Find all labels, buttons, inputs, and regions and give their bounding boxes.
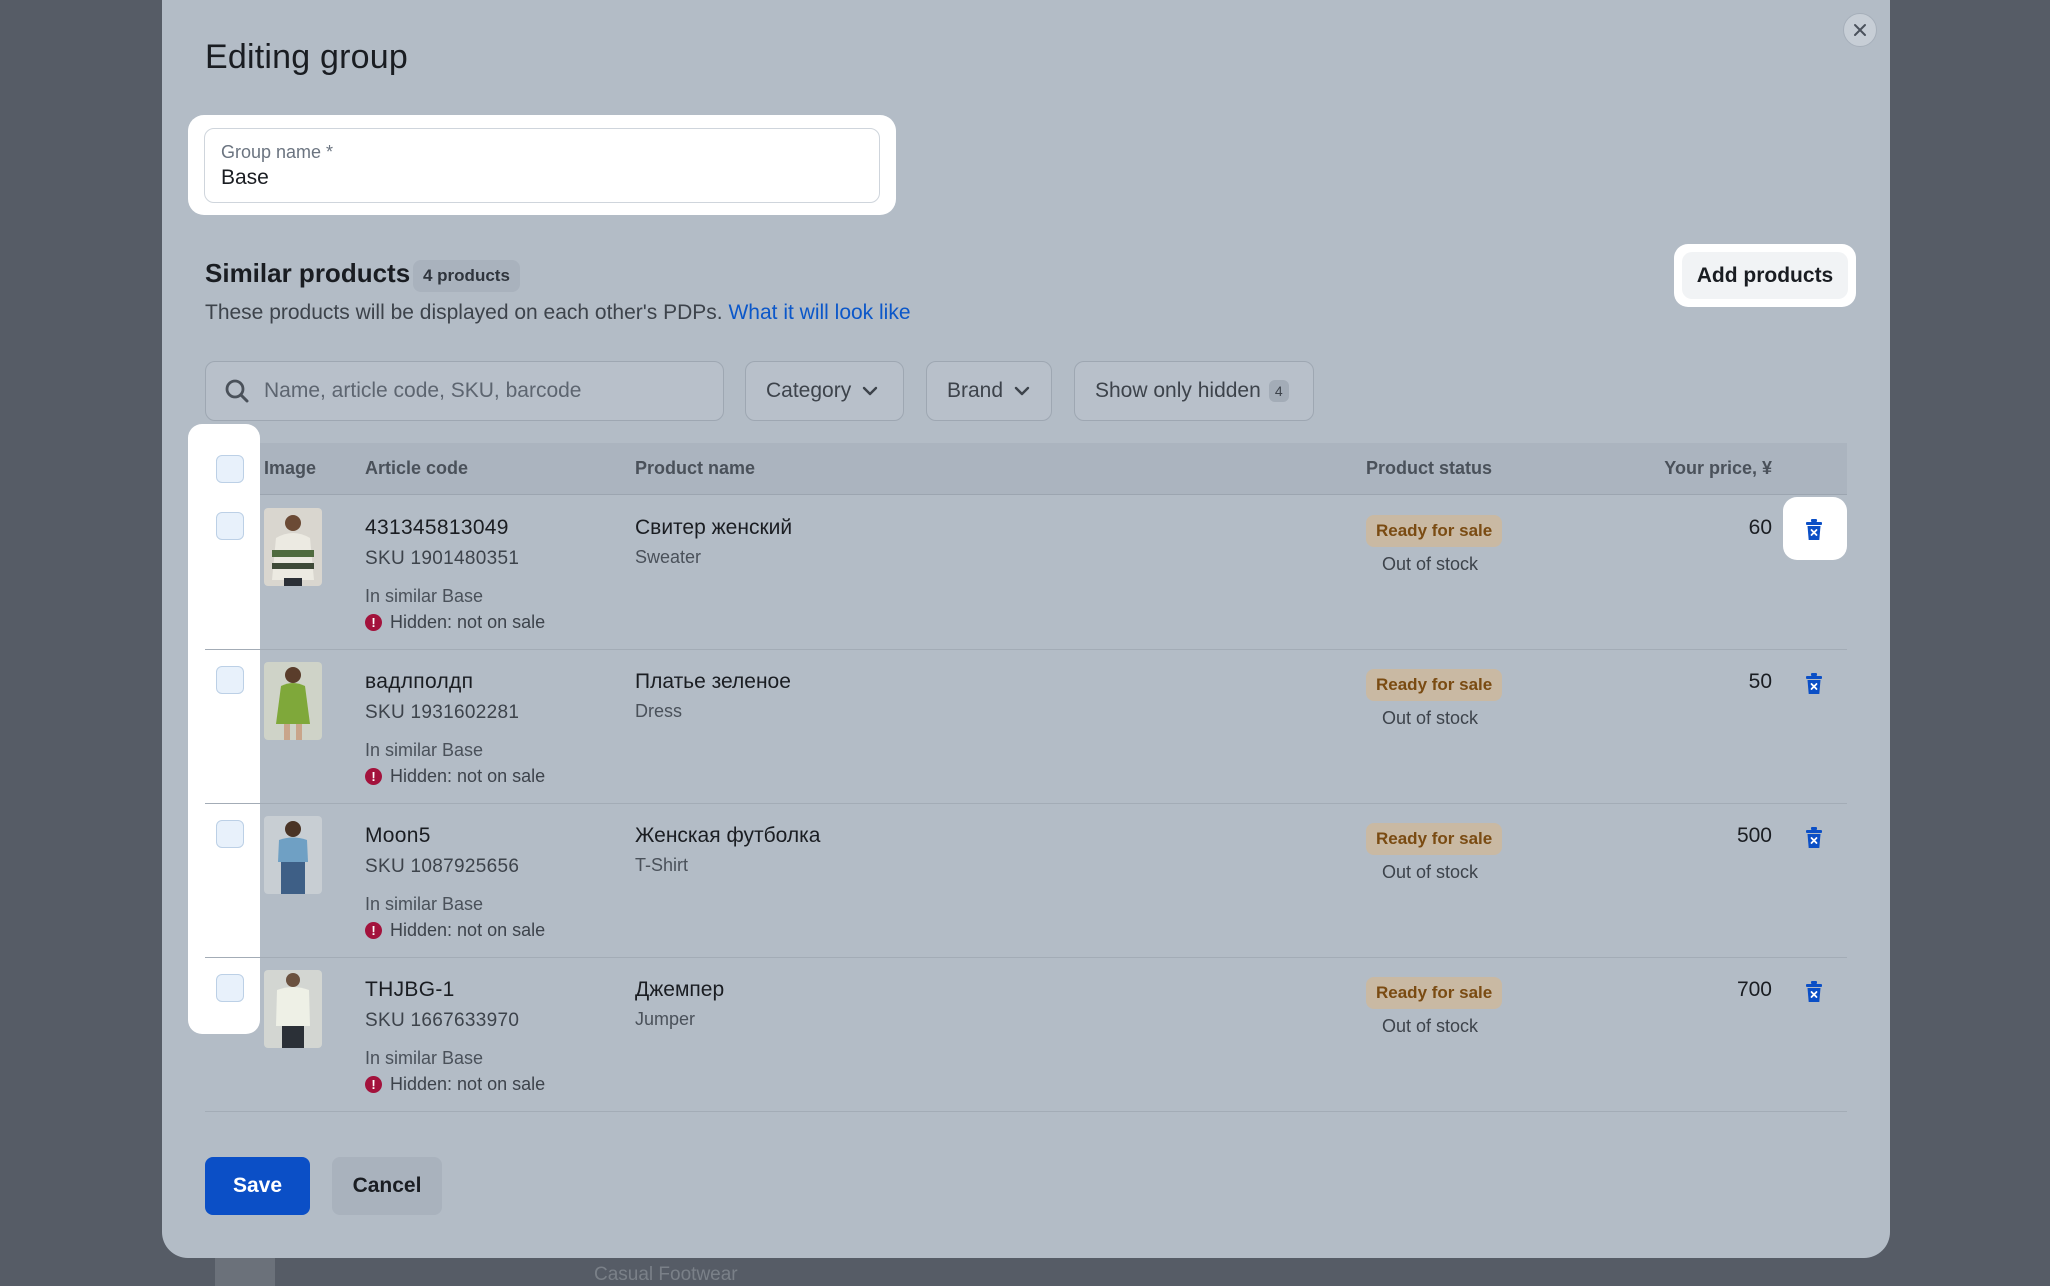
- header-price[interactable]: Your price, ¥: [1664, 458, 1772, 479]
- save-button[interactable]: Save: [205, 1157, 310, 1215]
- status-badge: Ready for sale: [1366, 669, 1503, 701]
- product-category: T-Shirt: [635, 855, 689, 875]
- group-name-value[interactable]: Base: [221, 166, 863, 190]
- status-badge: Ready for sale: [1366, 515, 1503, 547]
- hidden-note: ! Hidden: not on sale: [365, 766, 545, 787]
- add-products-button[interactable]: Add products: [1682, 252, 1848, 299]
- chevron-down-icon: [1014, 386, 1030, 396]
- select-all-checkbox[interactable]: [216, 455, 244, 483]
- brand-filter-label: Brand: [947, 379, 1004, 402]
- hidden-note-text: Hidden: not on sale: [390, 766, 546, 786]
- preview-link[interactable]: What it will look like: [728, 301, 910, 324]
- table-row: 431345813049 SKU 1901480351 In similar B…: [205, 496, 1847, 650]
- hidden-note-text: Hidden: not on sale: [390, 1074, 546, 1094]
- article-code: вадлполдп: [365, 670, 474, 693]
- header-product-name[interactable]: Product name: [635, 458, 755, 479]
- header-image: Image: [264, 458, 317, 478]
- search-input[interactable]: Name, article code, SKU, barcode: [205, 361, 724, 421]
- show-hidden-label: Show only hidden: [1095, 379, 1261, 402]
- group-name-highlight: Group name * Base: [188, 115, 896, 215]
- category-filter[interactable]: Category: [745, 361, 904, 421]
- product-name[interactable]: Джемпер: [635, 978, 724, 1002]
- product-thumbnail[interactable]: [264, 816, 322, 894]
- product-thumbnail[interactable]: [264, 508, 322, 586]
- product-name[interactable]: Свитер женский: [635, 516, 792, 540]
- hidden-count-badge: 4: [1268, 380, 1289, 402]
- hidden-note-text: Hidden: not on sale: [390, 612, 546, 632]
- trash-icon[interactable]: [1798, 668, 1830, 700]
- price: 700: [1736, 978, 1772, 1001]
- product-category: Sweater: [635, 547, 702, 567]
- article-code: 431345813049: [365, 516, 509, 539]
- brand-filter[interactable]: Brand: [926, 361, 1052, 421]
- warning-icon: !: [365, 922, 382, 939]
- product-thumbnail[interactable]: [264, 970, 322, 1048]
- chevron-down-icon: [863, 386, 878, 396]
- similar-products-description: These products will be displayed on each…: [205, 301, 911, 325]
- product-name[interactable]: Платье зеленое: [635, 670, 791, 694]
- in-similar: In similar Base: [365, 894, 484, 914]
- show-hidden-filter[interactable]: Show only hidden 4: [1074, 361, 1314, 421]
- stock-status: Out of stock: [1382, 862, 1479, 882]
- stock-status: Out of stock: [1382, 554, 1479, 574]
- product-name[interactable]: Женская футболка: [635, 824, 820, 848]
- group-name-label: Group name *: [221, 142, 334, 162]
- similar-products-title: Similar products: [205, 258, 411, 288]
- search-icon: [225, 379, 249, 403]
- background-row-text: Casual Footwear: [594, 1264, 738, 1285]
- status-badge: Ready for sale: [1366, 823, 1503, 855]
- trash-icon[interactable]: [1798, 514, 1830, 546]
- article-code: THJBG-1: [365, 978, 455, 1001]
- warning-icon: !: [365, 614, 382, 631]
- table-row: THJBG-1 SKU 1667633970 In similar Base !…: [205, 958, 1847, 1112]
- header-product-status[interactable]: Product status: [1366, 458, 1492, 479]
- in-similar: In similar Base: [365, 586, 484, 606]
- stock-status: Out of stock: [1382, 1016, 1479, 1036]
- description-text: These products will be displayed on each…: [205, 301, 723, 324]
- close-icon[interactable]: [1843, 13, 1877, 47]
- in-similar: In similar Base: [365, 1048, 484, 1068]
- table-header: Image Article code Product name Product …: [205, 443, 1847, 495]
- price: 50: [1748, 670, 1772, 693]
- trash-icon[interactable]: [1798, 976, 1830, 1008]
- warning-icon: !: [365, 768, 382, 785]
- modal-title: Editing group: [205, 38, 408, 76]
- product-category: Jumper: [635, 1009, 696, 1029]
- sku: SKU 1087925656: [365, 856, 520, 877]
- add-products-highlight: Add products: [1674, 244, 1856, 307]
- product-thumbnail[interactable]: [264, 662, 322, 740]
- header-article-code[interactable]: Article code: [365, 458, 468, 479]
- stock-status: Out of stock: [1382, 708, 1479, 728]
- status-badge: Ready for sale: [1366, 977, 1503, 1009]
- article-code: Moon5: [365, 824, 431, 847]
- warning-icon: !: [365, 1076, 382, 1093]
- group-name-field[interactable]: Group name * Base: [204, 128, 880, 203]
- sku: SKU 1931602281: [365, 702, 520, 723]
- products-count-badge: 4 products: [413, 260, 520, 292]
- hidden-note: ! Hidden: not on sale: [365, 920, 545, 941]
- table-row: Moon5 SKU 1087925656 In similar Base ! H…: [205, 804, 1847, 958]
- search-placeholder: Name, article code, SKU, barcode: [264, 379, 582, 402]
- trash-icon[interactable]: [1798, 822, 1830, 854]
- hidden-note: ! Hidden: not on sale: [365, 612, 545, 633]
- price: 60: [1748, 516, 1772, 539]
- hidden-note-text: Hidden: not on sale: [390, 920, 546, 940]
- table-row: вадлполдп SKU 1931602281 In similar Base…: [205, 650, 1847, 804]
- in-similar: In similar Base: [365, 740, 484, 760]
- sku: SKU 1667633970: [365, 1010, 520, 1031]
- cancel-button[interactable]: Cancel: [332, 1157, 442, 1215]
- category-filter-label: Category: [766, 379, 852, 402]
- hidden-note: ! Hidden: not on sale: [365, 1074, 545, 1095]
- sku: SKU 1901480351: [365, 548, 520, 569]
- price: 500: [1736, 824, 1772, 847]
- product-category: Dress: [635, 701, 683, 721]
